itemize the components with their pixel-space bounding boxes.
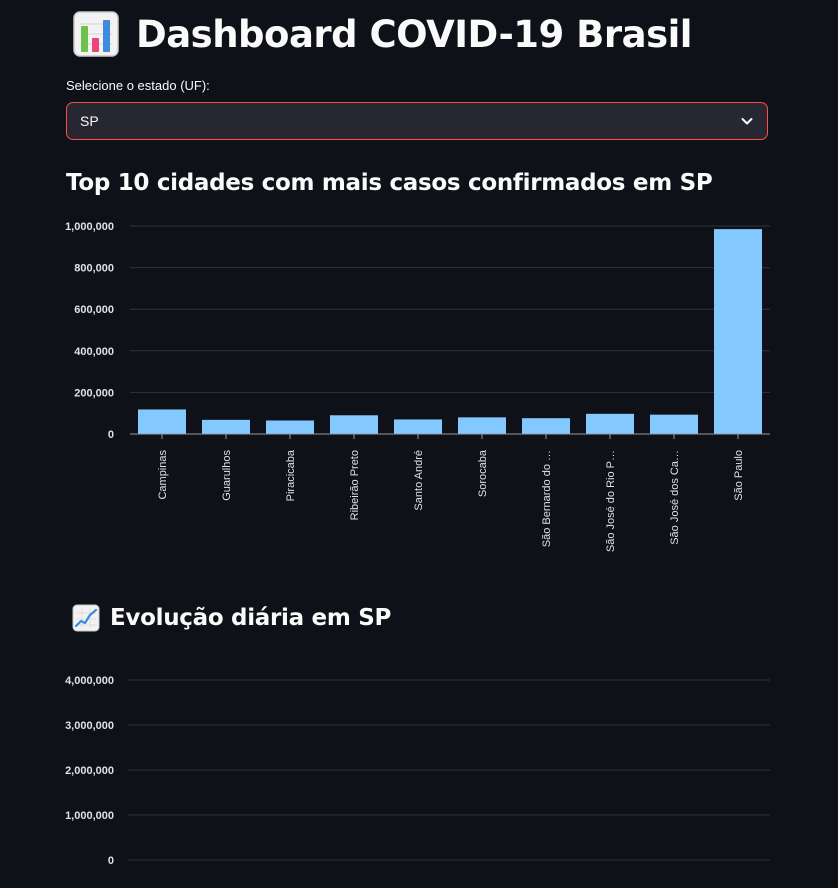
state-select[interactable]: SP [66,102,768,140]
page-title: Dashboard COVID-19 Brasil [72,6,692,62]
x-tick-label: Piracicaba [285,449,297,501]
y-tick-label: 400,000 [74,346,114,358]
state-select-label: Selecione o estado (UF): [66,78,210,93]
evolution-heading: Evolução diária em SP [72,604,391,632]
bar [650,414,698,434]
daily-evolution-line-chart: 01,000,0002,000,0003,000,0004,000,00006 [65,675,770,867]
x-tick-label: São José dos Ca… [669,450,681,545]
x-tick-label: Guarulhos [221,450,233,501]
y-tick-label: 800,000 [74,263,114,275]
bar [458,417,506,434]
bar [714,229,762,434]
y-tick-label: 3,000,000 [65,720,114,732]
chevron-down-icon[interactable] [739,113,755,129]
y-tick-label: 0 [108,855,114,867]
bar [266,420,314,434]
bar [522,418,570,434]
x-tick-label: Santo André [413,450,425,511]
page: Dashboard COVID-19 Brasil Selecione o es… [0,0,838,888]
top-cities-bar-chart: 0 200,000 400,000 600,000 800,000 1,000,000 Ca… [65,221,770,552]
x-tick-label: Campinas [157,450,169,500]
state-select-value: SP [80,113,99,129]
page-title-text: Dashboard COVID-19 Brasil [136,12,692,56]
x-tick-label: São Paulo [733,450,745,501]
y-tick-label: 0 [108,429,114,441]
y-tick-label: 1,000,000 [65,221,114,233]
bar [138,409,186,434]
bar [202,419,250,434]
bar [330,415,378,434]
top-cities-heading: Top 10 cidades com mais casos confirmado… [66,170,713,196]
bar [394,419,442,434]
y-tick-label: 200,000 [74,387,114,399]
y-tick-label: 4,000,000 [65,675,114,687]
y-tick-label: 2,000,000 [65,765,114,777]
bar [586,413,634,434]
chart-increasing-emoji-icon [72,604,100,632]
evolution-heading-text: Evolução diária em SP [110,605,392,631]
x-tick-label: Sorocaba [477,449,489,497]
x-tick-label: São José do Rio P… [605,450,617,552]
x-tick-label: São Bernardo do … [541,450,553,547]
y-tick-label: 1,000,000 [65,810,114,822]
y-tick-label: 600,000 [74,304,114,316]
bar-chart-emoji-icon [73,11,119,57]
x-tick-label: Ribeirão Preto [349,450,361,520]
